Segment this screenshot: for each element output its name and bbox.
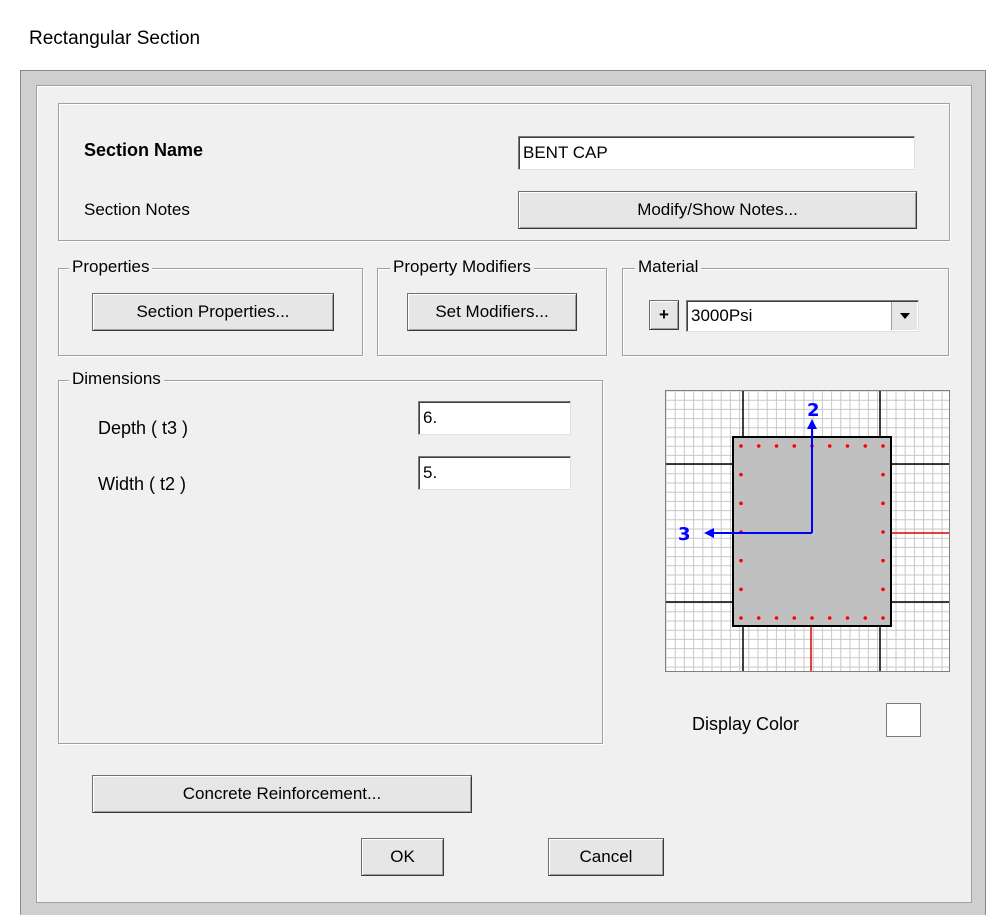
material-selected-value: 3000Psi [691,306,753,325]
section-name-value: BENT CAP [523,143,608,162]
width-label: Width ( t2 ) [98,474,187,494]
rebar-marker [881,472,885,477]
material-select[interactable]: 3000Psi [686,300,919,332]
section-notes-label: Section Notes [84,200,190,219]
rebar-marker [774,616,779,620]
concrete-reinforcement-button[interactable]: Concrete Reinforcement... [92,775,472,813]
rebar-marker [739,472,743,477]
rebar-marker [792,444,797,448]
rebar-marker [756,444,761,448]
rebar-marker [881,501,885,506]
rebar-marker [739,558,743,563]
material-dropdown-arrow[interactable] [891,302,917,330]
rebar-marker [774,444,779,448]
section-properties-button[interactable]: Section Properties... [92,293,334,331]
rebar-marker [881,530,885,534]
chevron-down-icon [899,313,910,319]
rebar-marker [739,616,743,620]
rebar-marker [863,444,868,448]
rebar-marker [845,444,850,448]
section-name-label: Section Name [84,140,204,160]
property-modifiers-legend: Property Modifiers [390,257,534,277]
rebar-marker [739,444,743,448]
rebar-marker [881,616,885,620]
dialog-window: Rectangular Section Section Name BENT CA… [0,0,1003,915]
rebar-marker [881,587,885,592]
dimensions-legend: Dimensions [69,369,164,389]
modify-show-notes-button[interactable]: Modify/Show Notes... [518,191,917,229]
rebar-marker [739,501,743,506]
window-title: Rectangular Section [29,28,201,49]
material-legend: Material [635,257,702,277]
rebar-marker [827,616,832,620]
cancel-button[interactable]: Cancel [548,838,664,876]
rebar-marker [810,616,814,620]
depth-label: Depth ( t3 ) [98,418,189,438]
ok-button[interactable]: OK [361,838,444,876]
rebar-marker [739,587,743,592]
rebar-marker [845,616,850,620]
section-preview-graphic: 2 3 [665,390,949,671]
add-material-button[interactable]: + [649,300,679,330]
axis-2-label: 2 [807,400,820,421]
rebar-marker [881,444,885,448]
rebar-marker [756,616,761,620]
axis-3-label: 3 [678,524,691,545]
set-modifiers-button[interactable]: Set Modifiers... [407,293,577,331]
section-preview: 2 3 [665,390,950,672]
width-value: 5. [423,463,438,482]
display-color-label: Display Color [692,714,800,734]
rebar-marker [881,558,885,563]
depth-input[interactable]: 6. [418,401,571,435]
rebar-marker [863,616,868,620]
rebar-marker [792,616,797,620]
width-input[interactable]: 5. [418,456,571,490]
depth-value: 6. [423,408,438,427]
rebar-marker [827,444,832,448]
section-name-input[interactable]: BENT CAP [518,136,915,170]
display-color-swatch[interactable] [886,703,921,737]
properties-legend: Properties [69,257,153,277]
